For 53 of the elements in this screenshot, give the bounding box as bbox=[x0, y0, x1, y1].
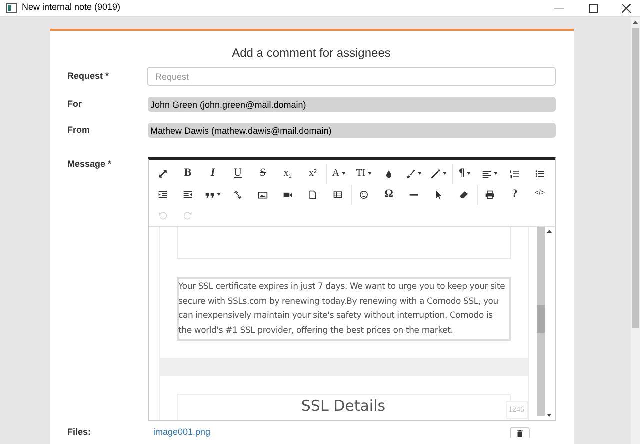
drop-icon bbox=[384, 168, 394, 178]
symbol-button[interactable]: Ω bbox=[376, 184, 402, 204]
wand-icon bbox=[431, 168, 441, 178]
bold-button[interactable]: B bbox=[176, 164, 200, 184]
form-heading: Add a comment for assignees bbox=[231, 45, 392, 62]
notice-paragraph: Your SSL certificate expires in just 7 days. We want to urge you to keep your site secure with SSLs.com by renewing today.By renewing with a Comodo SSL, you can inexpensively maintain your site's safety without interruption. Comodo is the world's #1 SSL provider, offering the best prices on the market. bbox=[176, 277, 510, 341]
readonly-field[interactable]: Mathew Dawis (mathew.dawis@mail.domain) bbox=[148, 123, 556, 138]
expand-icon bbox=[158, 168, 168, 178]
readonly-field[interactable]: John Green (john.green@mail.domain) bbox=[148, 97, 556, 112]
pointer-icon bbox=[434, 190, 444, 200]
outdent-icon bbox=[158, 190, 168, 200]
field-label: Request * bbox=[68, 70, 110, 83]
paragraph-button[interactable]: ¶ bbox=[452, 164, 478, 184]
undo-icon bbox=[158, 210, 168, 220]
delete-button[interactable] bbox=[510, 427, 530, 438]
strike-button[interactable]: S bbox=[250, 164, 276, 184]
field-label: Files: bbox=[68, 426, 92, 439]
redo-icon bbox=[183, 210, 193, 220]
file-icon bbox=[308, 190, 318, 200]
underline-button[interactable]: U bbox=[226, 164, 250, 184]
scroll-up-icon[interactable] bbox=[547, 230, 552, 233]
field-label: For bbox=[68, 98, 83, 111]
character-count: 1246 bbox=[506, 401, 528, 419]
font-button[interactable]: A bbox=[326, 164, 352, 184]
superscript-button[interactable]: x² bbox=[300, 164, 326, 184]
field-label: Message * bbox=[68, 158, 113, 171]
italic-button[interactable]: I bbox=[200, 164, 226, 184]
printer-icon bbox=[485, 190, 495, 200]
window-title: New internal note (9019) bbox=[22, 1, 121, 14]
trash-icon bbox=[516, 430, 522, 437]
smiley-icon bbox=[359, 190, 369, 200]
scrollbar[interactable] bbox=[536, 227, 544, 416]
maximize-icon[interactable] bbox=[589, 4, 598, 12]
app-icon bbox=[6, 3, 17, 13]
table-icon bbox=[333, 190, 343, 200]
help-button[interactable]: ? bbox=[502, 184, 528, 204]
image-icon bbox=[258, 190, 268, 200]
bullet-list-icon bbox=[535, 168, 545, 178]
scroll-up-icon[interactable] bbox=[633, 21, 638, 24]
scroll-down-icon[interactable] bbox=[547, 414, 552, 417]
brush-icon bbox=[406, 168, 416, 178]
align-icon bbox=[482, 168, 492, 178]
eraser-icon bbox=[459, 190, 469, 200]
field-label: From bbox=[68, 124, 91, 137]
subscript-button[interactable]: x₂ bbox=[276, 164, 300, 184]
size-button[interactable]: TI bbox=[352, 164, 376, 184]
editor-content[interactable] bbox=[158, 227, 528, 420]
numbered-list-icon bbox=[510, 168, 520, 178]
input-field[interactable]: Request bbox=[147, 67, 556, 86]
file-link[interactable]: image001.png bbox=[154, 426, 211, 440]
close-icon[interactable] bbox=[622, 4, 631, 12]
indent-icon bbox=[183, 190, 193, 200]
window-scrollbar[interactable] bbox=[631, 17, 640, 444]
